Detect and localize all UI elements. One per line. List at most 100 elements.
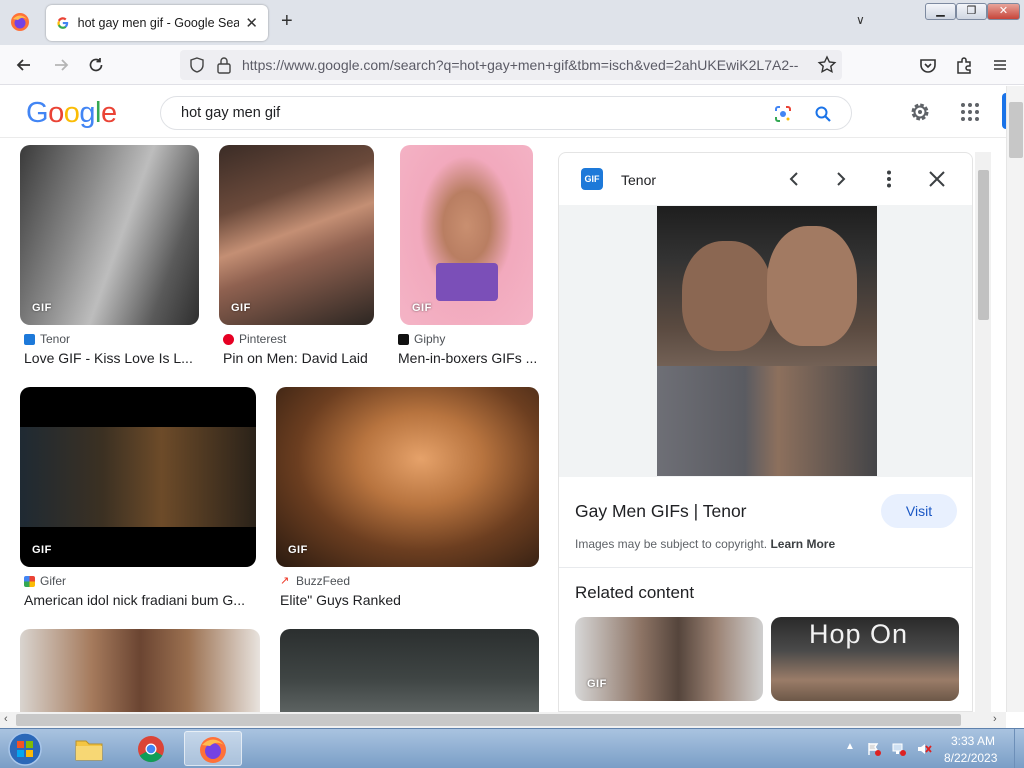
image-content — [436, 263, 498, 301]
volume-muted-icon[interactable] — [916, 741, 932, 757]
taskbar-file-explorer[interactable] — [60, 731, 118, 766]
next-chevron-icon[interactable] — [829, 167, 853, 191]
windows-start-icon[interactable] — [6, 731, 44, 767]
image-content — [767, 226, 857, 346]
divider — [559, 567, 972, 568]
clock-time[interactable]: 3:33 AM — [951, 734, 995, 748]
tenor-icon — [24, 333, 35, 345]
forward-arrow-icon[interactable] — [50, 54, 72, 76]
related-image[interactable]: GIF — [575, 617, 763, 701]
menu-hamburger-icon[interactable] — [989, 54, 1011, 76]
action-center-flag-icon[interactable] — [866, 741, 882, 757]
preview-image[interactable] — [657, 206, 877, 476]
firefox-icon — [200, 737, 226, 763]
extensions-icon[interactable] — [953, 54, 975, 76]
google-logo[interactable]: Google — [26, 97, 117, 130]
show-desktop-button[interactable] — [1014, 729, 1024, 768]
screen: hot gay men gif - Google Search ✕ + ∨ ▁ … — [0, 0, 1024, 768]
close-window-button[interactable]: ✕ — [987, 3, 1020, 20]
address-bar[interactable]: https://www.google.com/search?q=hot+gay+… — [180, 50, 842, 80]
buzzfeed-icon: ↗ — [280, 574, 290, 587]
settings-gear-icon[interactable] — [908, 100, 932, 124]
lock-icon[interactable] — [216, 56, 232, 74]
tenor-logo: GIF — [581, 168, 603, 190]
gif-badge: GIF — [231, 302, 251, 314]
close-tab-icon[interactable]: ✕ — [245, 14, 258, 32]
result-title[interactable]: American idol nick fradiani bum G... — [24, 592, 256, 608]
related-image-caption: Hop On — [809, 619, 909, 649]
panel-header: GIF Tenor — [559, 153, 972, 205]
result-source[interactable]: Giphy — [398, 332, 445, 346]
folder-icon — [75, 740, 103, 761]
taskbar-chrome[interactable] — [122, 731, 180, 766]
browser-tab-bar: hot gay men gif - Google Search ✕ + ∨ ▁ … — [0, 0, 1024, 45]
image-content — [657, 366, 877, 476]
firefox-view-icon[interactable] — [10, 12, 30, 32]
result-title[interactable]: Pin on Men: David Laid — [223, 350, 378, 366]
pocket-icon[interactable] — [917, 54, 939, 76]
related-image[interactable]: Hop On — [771, 617, 959, 701]
learn-more-link[interactable]: Learn More — [770, 537, 835, 551]
result-image[interactable]: GIF — [276, 387, 539, 567]
active-tab[interactable]: hot gay men gif - Google Search ✕ — [46, 5, 268, 41]
result-source[interactable]: ↗ BuzzFeed — [280, 574, 350, 588]
restore-button[interactable]: ❐ — [956, 3, 987, 20]
search-icon[interactable] — [813, 104, 833, 124]
clock-date[interactable]: 8/22/2023 — [944, 751, 997, 765]
list-all-tabs-icon[interactable]: ∨ — [856, 13, 865, 27]
result-image[interactable]: GIF — [20, 387, 256, 567]
reload-icon[interactable] — [85, 54, 107, 76]
scroll-right-arrow-icon[interactable]: › — [993, 713, 997, 725]
tab-title: hot gay men gif - Google Search — [77, 16, 240, 30]
result-image[interactable] — [20, 629, 260, 712]
result-image[interactable]: GIF — [400, 145, 533, 325]
horizontal-scroll-thumb[interactable] — [16, 714, 961, 726]
network-icon[interactable] — [891, 741, 907, 757]
giphy-icon — [398, 333, 409, 345]
page-vertical-scrollbar[interactable] — [1006, 86, 1024, 712]
taskbar-firefox[interactable] — [184, 731, 242, 766]
search-input[interactable]: hot gay men gif — [181, 105, 280, 121]
image-preview-panel: GIF Tenor Gay Men GIFs | Tenor Visit Ima… — [558, 152, 973, 712]
result-title[interactable]: Love GIF - Kiss Love Is L... — [24, 350, 199, 366]
result-image[interactable] — [280, 629, 539, 712]
search-box[interactable]: hot gay men gif — [160, 96, 852, 130]
more-options-icon[interactable] — [877, 167, 901, 191]
result-source[interactable]: Pinterest — [223, 332, 286, 346]
panel-scroll-thumb[interactable] — [978, 170, 989, 320]
panel-vertical-scrollbar[interactable] — [975, 152, 991, 712]
result-image[interactable]: GIF — [20, 145, 199, 325]
browser-nav-bar: https://www.google.com/search?q=hot+gay+… — [0, 45, 1024, 85]
minimize-button[interactable]: ▁ — [925, 3, 956, 20]
google-lens-icon[interactable] — [773, 104, 793, 124]
previous-chevron-icon[interactable] — [782, 167, 806, 191]
shield-icon[interactable] — [188, 56, 206, 74]
visit-button[interactable]: Visit — [881, 494, 957, 528]
gif-badge: GIF — [412, 302, 432, 314]
new-tab-icon[interactable]: + — [281, 10, 293, 33]
show-hidden-icons-icon[interactable]: ▲ — [845, 741, 855, 752]
pinterest-icon — [223, 333, 234, 345]
gifer-icon — [24, 575, 35, 587]
chrome-icon — [138, 736, 164, 763]
gif-badge: GIF — [587, 678, 607, 690]
scroll-left-arrow-icon[interactable]: ‹ — [4, 713, 8, 725]
page-scroll-thumb[interactable] — [1009, 102, 1023, 158]
google-favicon-icon — [57, 17, 69, 29]
windows-taskbar: ▲ 3:33 AM 8/22/2023 — [0, 728, 1024, 768]
back-arrow-icon[interactable] — [13, 54, 35, 76]
panel-title[interactable]: Gay Men GIFs | Tenor — [575, 501, 747, 522]
panel-source-name[interactable]: Tenor — [621, 172, 656, 188]
result-source[interactable]: Tenor — [24, 332, 70, 346]
google-apps-icon[interactable] — [958, 100, 982, 124]
horizontal-scrollbar[interactable]: ‹ › — [0, 712, 1006, 728]
result-source[interactable]: Gifer — [24, 574, 66, 588]
result-title[interactable]: Men-in-boxers GIFs ... — [398, 350, 538, 366]
google-header: Google hot gay men gif — [0, 86, 1024, 138]
result-title[interactable]: Elite" Guys Ranked — [280, 592, 535, 608]
image-content — [682, 241, 772, 351]
gif-badge: GIF — [288, 544, 308, 556]
result-image[interactable]: GIF — [219, 145, 374, 325]
bookmark-star-icon[interactable] — [817, 55, 837, 75]
close-panel-icon[interactable] — [925, 167, 949, 191]
